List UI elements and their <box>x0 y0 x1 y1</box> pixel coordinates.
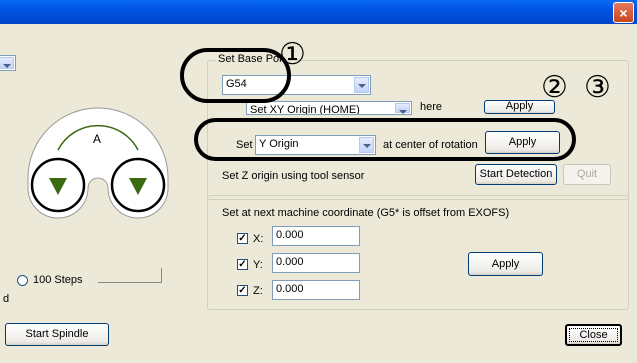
callout-base-point <box>180 48 291 103</box>
z-checkbox[interactable]: ✓ <box>237 285 248 296</box>
steps-label: 100 Steps <box>33 274 83 286</box>
steps-slider-track[interactable] <box>98 268 162 283</box>
chevron-down-icon <box>0 57 14 69</box>
jog-axis-label: A <box>93 132 102 146</box>
x-label: X: <box>253 233 264 245</box>
y-label: Y: <box>253 259 263 271</box>
y-coordinate-input[interactable]: 0.000 <box>272 253 360 273</box>
z-origin-label: Set Z origin using tool sensor <box>222 170 365 182</box>
jog-control <box>27 107 169 219</box>
y-checkbox[interactable]: ✓ <box>237 259 248 270</box>
z-coordinate-input[interactable]: 0.000 <box>272 280 360 300</box>
close-icon: × <box>619 5 628 21</box>
left-combo[interactable] <box>0 55 16 71</box>
machine-coordinate-label: Set at next machine coordinate (G5* is o… <box>222 207 510 219</box>
z-label: Z: <box>253 285 263 297</box>
start-detection-button[interactable]: Start Detection <box>475 164 557 185</box>
chevron-down-icon <box>395 103 410 114</box>
steps-radio[interactable] <box>17 275 28 286</box>
here-label: here <box>420 101 443 113</box>
callout-rotation <box>194 118 576 161</box>
annotation-3: ③ <box>584 70 611 105</box>
chevron-down-icon <box>354 77 369 93</box>
title-bar <box>0 0 637 24</box>
quit-button[interactable]: Quit <box>563 164 611 185</box>
machine-coordinate-apply-button[interactable]: Apply <box>468 252 543 276</box>
close-button[interactable]: Close <box>565 324 622 346</box>
x-checkbox[interactable]: ✓ <box>237 233 248 244</box>
xy-origin-combo[interactable]: Set XY Origin (HOME) <box>246 101 412 115</box>
annotation-1: ① <box>279 37 306 72</box>
partial-label: d <box>3 293 10 305</box>
x-coordinate-input[interactable]: 0.000 <box>272 226 360 246</box>
window-close-button[interactable]: × <box>613 2 634 23</box>
annotation-2: ② <box>541 70 568 105</box>
start-spindle-button[interactable]: Start Spindle <box>5 323 109 346</box>
